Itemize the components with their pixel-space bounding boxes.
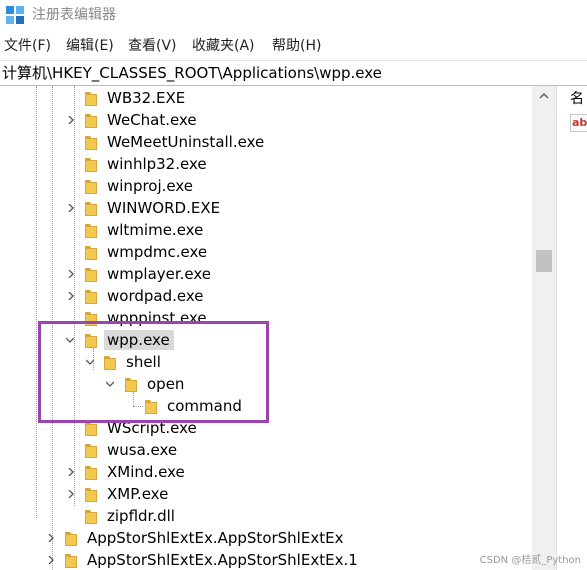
folder-icon (85, 90, 99, 106)
folder-icon (85, 134, 99, 150)
annotation-highlight-box (38, 321, 269, 423)
folder-icon (85, 244, 99, 260)
name-column-header[interactable]: 名 (570, 90, 584, 108)
menu-bar: 文件(F) 编辑(E) 查看(V) 收藏夹(A) 帮助(H) (0, 34, 587, 58)
folder-icon (65, 552, 79, 568)
tree-node-label[interactable]: WeChat.exe (107, 110, 197, 130)
menu-edit[interactable]: 编辑(E) (66, 36, 114, 56)
tree-node-label[interactable]: wmpdmc.exe (107, 242, 207, 262)
folder-icon (85, 464, 99, 480)
chevron-right-icon[interactable] (67, 270, 75, 278)
menu-favorites[interactable]: 收藏夹(A) (192, 36, 255, 56)
watermark: CSDN @桔贰_Python (479, 555, 581, 566)
scroll-up-icon[interactable] (532, 86, 556, 106)
folder-icon (85, 508, 99, 524)
chevron-right-icon[interactable] (47, 556, 55, 564)
folder-icon (85, 178, 99, 194)
tree-scrollbar[interactable] (532, 86, 556, 570)
address-bar[interactable]: 计算机\HKEY_CLASSES_ROOT\Applications\wpp.e… (0, 60, 587, 86)
chevron-right-icon[interactable] (67, 116, 75, 124)
folder-icon (85, 288, 99, 304)
tree-node-label[interactable]: XMP.exe (107, 484, 168, 504)
folder-icon (85, 486, 99, 502)
tree-node-label[interactable]: WeMeetUninstall.exe (107, 132, 264, 152)
tree-node-label[interactable]: XMind.exe (107, 462, 185, 482)
scroll-thumb[interactable] (536, 250, 552, 272)
tree-node-label[interactable]: zipfldr.dll (107, 506, 175, 526)
tree-node-label[interactable]: wltmime.exe (107, 220, 203, 240)
tree-node-label[interactable]: WINWORD.EXE (107, 198, 220, 218)
menu-file[interactable]: 文件(F) (4, 36, 51, 56)
values-pane[interactable]: 名 ab (562, 86, 587, 570)
string-value-icon: ab (570, 114, 587, 132)
tree-node-label[interactable]: AppStorShlExtEx.AppStorShlExtEx (87, 528, 343, 548)
folder-icon (85, 156, 99, 172)
chevron-right-icon[interactable] (67, 490, 75, 498)
chevron-right-icon[interactable] (67, 204, 75, 212)
folder-icon (85, 266, 99, 282)
chevron-right-icon[interactable] (47, 534, 55, 542)
tree-node-label[interactable]: AppStorShlExtEx.AppStorShlExtEx.1 (87, 550, 358, 570)
tree-node-label[interactable]: wordpad.exe (107, 286, 203, 306)
menu-help[interactable]: 帮助(H) (272, 36, 321, 56)
folder-icon (85, 222, 99, 238)
address-path[interactable]: 计算机\HKEY_CLASSES_ROOT\Applications\wpp.e… (2, 63, 382, 83)
folder-icon (85, 112, 99, 128)
tree-guide-line (36, 86, 37, 518)
chevron-right-icon[interactable] (67, 468, 75, 476)
tree-node-label[interactable]: wusa.exe (107, 440, 177, 460)
tree-node-label[interactable]: winhlp32.exe (107, 154, 207, 174)
tree-node-label[interactable]: wmplayer.exe (107, 264, 211, 284)
registry-editor-icon (6, 6, 24, 24)
folder-icon (85, 200, 99, 216)
window-title: 注册表编辑器 (32, 7, 116, 23)
title-bar: 注册表编辑器 (0, 0, 587, 30)
chevron-right-icon[interactable] (67, 292, 75, 300)
folder-icon (85, 442, 99, 458)
tree-node-label[interactable]: WB32.EXE (107, 88, 185, 108)
tree-node-label[interactable]: winproj.exe (107, 176, 193, 196)
folder-icon (65, 530, 79, 546)
menu-view[interactable]: 查看(V) (128, 36, 177, 56)
